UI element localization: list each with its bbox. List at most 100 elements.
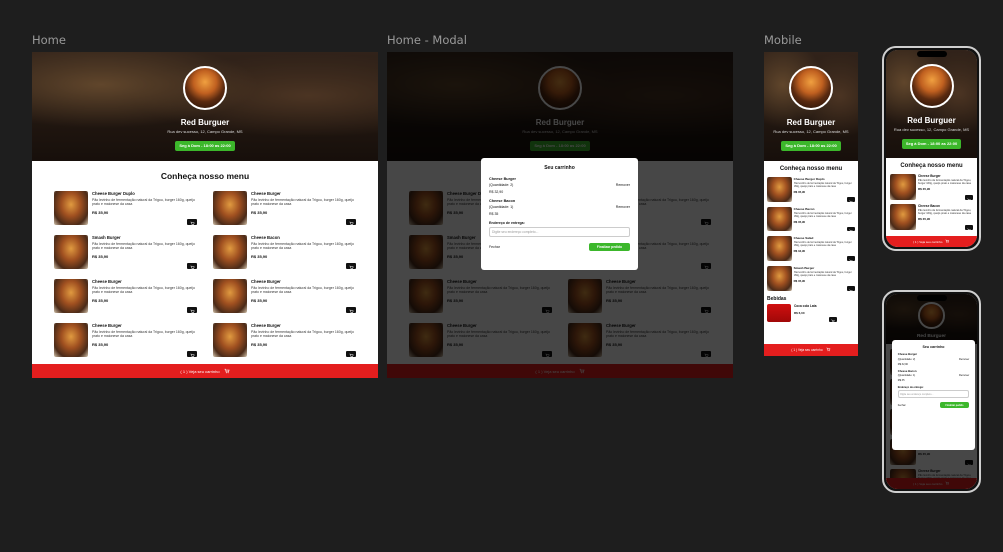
menu-item-card[interactable]: Cheese BurgerPão levinho de fermentação … xyxy=(213,191,356,226)
add-to-cart-button[interactable] xyxy=(847,286,855,292)
item-name: Cheese Burger xyxy=(251,191,281,196)
item-info: Cheese BurgerPão levinho de fermentação … xyxy=(92,279,197,314)
finish-order-button[interactable]: Finalizar pedido xyxy=(588,243,630,251)
cart-item-qty: (Quantidade: 1) xyxy=(489,205,514,209)
hero-content: Red Burguer Rua dev sucesso, 12, Campo Gr… xyxy=(32,52,378,152)
item-description: Pão levinho de fermentação natural da Tr… xyxy=(793,211,852,218)
remove-button[interactable]: Remover xyxy=(616,205,630,209)
drink-name: Coca cola Lata xyxy=(794,303,817,308)
add-to-cart-button[interactable] xyxy=(847,226,855,233)
item-name: Cheese Salad xyxy=(793,236,814,241)
cart-icon xyxy=(849,279,853,297)
cart-footer-button[interactable]: ( 1 ) Veja seu carrinho xyxy=(32,364,378,378)
address: Rua dev sucesso, 12, Campo Grande, MS xyxy=(167,129,243,134)
menu-section: Conheça nosso menu Cheese Burger DuploPão… xyxy=(32,161,378,358)
item-description: Pão levinho de fermentação natural da Tr… xyxy=(92,329,195,339)
menu-item-card[interactable]: Cheese Burger DuploPão levinho de fermen… xyxy=(767,177,855,203)
menu-title: Conheça nosso menu xyxy=(160,171,250,181)
add-to-cart-button[interactable] xyxy=(965,225,973,231)
cart-icon xyxy=(190,257,195,275)
item-description: Pão levinho de fermentação natural da Tr… xyxy=(793,181,852,189)
burger-image xyxy=(890,204,916,230)
item-info: Cheese Burger DuploPão levinho de fermen… xyxy=(92,191,197,226)
close-button[interactable]: Fechar xyxy=(898,404,906,407)
menu-item-card[interactable]: Cheese BaconPão levinho de fermentação n… xyxy=(890,204,973,231)
cart-title: Seu carrinho xyxy=(544,165,575,171)
item-price: R$ 35,90 xyxy=(793,279,806,284)
cart-item: Cheese Burger (Quantidade: 2) Remover R$ 32… xyxy=(489,177,630,194)
drink-card[interactable]: Coca cola Lata R$ 6,00 xyxy=(767,303,855,323)
finish-order-button[interactable]: Finalizar pedido xyxy=(939,402,970,409)
cart-item-name: Cheese Bacon xyxy=(897,369,917,373)
add-to-cart-button[interactable] xyxy=(187,263,197,270)
add-to-cart-button[interactable] xyxy=(829,316,837,323)
add-to-cart-button[interactable] xyxy=(847,256,855,263)
menu-item-card[interactable]: Cheese BurgerPão levinho de fermentação … xyxy=(213,323,356,358)
add-to-cart-button[interactable] xyxy=(346,263,356,270)
drink-info: Coca cola Lata R$ 6,00 xyxy=(794,303,855,323)
menu-item-card[interactable]: Smash BurgerPão levinho de fermentação n… xyxy=(767,266,855,292)
add-to-cart-button[interactable] xyxy=(847,196,855,203)
item-description: Pão levinho de fermentação natural da Tr… xyxy=(918,209,972,216)
item-name: Cheese Burger xyxy=(918,174,941,178)
item-info: Cheese BurgerPão levinho de fermentação … xyxy=(251,279,356,314)
menu-item-card[interactable]: Cheese BurgerPão levinho de fermentação … xyxy=(54,323,197,358)
menu-list: Cheese Burger Pão levinho de fermentação … xyxy=(890,174,973,231)
menu-title: Conheça nosso menu xyxy=(779,166,843,172)
remove-button[interactable]: Remover xyxy=(959,358,969,361)
cart-footer-button[interactable]: ( 1 ) Veja seu carrinho xyxy=(886,236,977,247)
logo xyxy=(183,66,227,110)
cart-icon xyxy=(190,301,195,319)
item-name: Cheese Burger xyxy=(92,323,122,328)
item-name: Cheese Burger xyxy=(92,279,122,284)
add-to-cart-button[interactable] xyxy=(346,219,356,226)
add-to-cart-button[interactable] xyxy=(187,219,197,226)
menu-item-card[interactable]: Cheese BurgerPão levinho de fermentação … xyxy=(213,279,356,314)
cart-icon xyxy=(831,310,835,328)
menu-item-card[interactable]: Smash BurgerPão levinho de fermentação n… xyxy=(54,235,197,270)
item-name: Cheese Burger xyxy=(251,279,281,284)
menu-item-card[interactable]: Cheese BaconPão levinho de fermentação n… xyxy=(767,206,855,233)
menu-item-card[interactable]: Cheese Salad Pão levinho de fermentação n… xyxy=(767,236,855,263)
add-to-cart-button[interactable] xyxy=(187,307,197,314)
cart-icon xyxy=(849,220,853,238)
item-description: Pão levinho de fermentação natural da Tr… xyxy=(251,197,354,207)
add-to-cart-button[interactable] xyxy=(346,307,356,314)
item-price: R$ 35,90 xyxy=(251,209,268,215)
item-price: R$ 35,90 xyxy=(92,253,109,259)
burger-image xyxy=(890,174,916,200)
address-input[interactable]: Digite seu endereço completo... xyxy=(489,227,630,237)
menu-item-card[interactable]: Cheese BurgerPão levinho de fermentação … xyxy=(54,279,197,314)
hours-badge: Seg à Dom - 18:00 as 22:00 xyxy=(901,138,962,149)
remove-button[interactable]: Remover xyxy=(959,374,969,377)
cart-modal: Seu carrinho Cheese Burger (Quantidade: 2)… xyxy=(481,158,638,270)
item-info: Cheese BurgerPão levinho de fermentação … xyxy=(251,323,356,358)
item-price: R$ 35,90 xyxy=(793,219,806,224)
remove-button[interactable]: Remover xyxy=(616,183,630,187)
burger-image xyxy=(767,266,792,291)
menu-item-card[interactable]: Cheese BurgerPão levinho de fermentação … xyxy=(890,174,973,201)
hero-header: Red Burguer Rua dev sucesso, 12, Campo Gr… xyxy=(886,50,977,158)
menu-section: Conheça nosso menu Cheese Burger Pão levin… xyxy=(886,158,977,231)
cart-item-qty: (Quantidade: 2) xyxy=(897,357,916,361)
close-button[interactable]: Fechar xyxy=(489,245,500,249)
address: Rua dev sucesso, 12, Campo Grande, MS xyxy=(773,129,849,134)
mobile-frame: Red Burguer Rua dev sucesso, 12, Campo Gr… xyxy=(764,52,858,356)
cart-item: Cheese Bacon (Quantidade: 1) Remover R$ 35 xyxy=(898,370,970,383)
menu-item-card[interactable]: Cheese BaconPão levinho de fermentação n… xyxy=(213,235,356,270)
hero-header: Red Burguer Rua dev sucesso, 12, Campo Gr… xyxy=(32,52,378,161)
add-to-cart-button[interactable] xyxy=(346,351,356,358)
add-to-cart-button[interactable] xyxy=(965,195,973,201)
item-info: Cheese Salad Pão levinho de fermentação n… xyxy=(793,236,855,263)
cart-item: Cheese Bacon (Quantidade: 1) Remover R$ 35 xyxy=(489,199,630,216)
cart-item-price: R$ 35 xyxy=(489,212,499,216)
cart-footer-button[interactable]: ( 1 ) Veja seu carrinho xyxy=(764,344,858,356)
item-price: R$ 35,90 xyxy=(92,297,109,303)
cart-item-price: R$ 32,90 xyxy=(489,190,504,194)
add-to-cart-button[interactable] xyxy=(187,351,197,358)
footer-label: ( 1 ) Veja seu carrinho xyxy=(913,239,943,244)
address-input[interactable]: Digite seu endereço completo... xyxy=(897,390,970,399)
address-label: Endereço de entrega: xyxy=(489,221,525,225)
cart-icon xyxy=(967,219,971,237)
menu-item-card[interactable]: Cheese Burger DuploPão levinho de fermen… xyxy=(54,191,197,226)
